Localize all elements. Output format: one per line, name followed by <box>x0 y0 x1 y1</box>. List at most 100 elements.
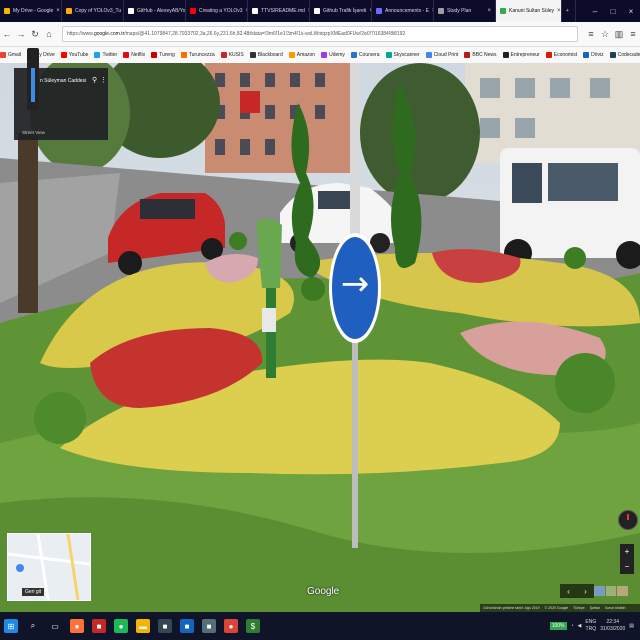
bookmark-item[interactable]: Skyscanner <box>385 52 420 58</box>
bookmark-item[interactable]: Cloud Print <box>425 52 458 58</box>
close-window-button[interactable]: × <box>622 7 640 16</box>
zoom-in-button[interactable]: + <box>625 547 630 556</box>
bookmark-label: Codecademy <box>617 52 640 58</box>
reader-icon[interactable]: ≡ <box>584 27 598 41</box>
compass-icon[interactable] <box>618 510 638 530</box>
bookmark-item[interactable]: Codecademy <box>609 52 640 58</box>
tab-close-icon[interactable]: × <box>53 8 60 14</box>
tab-close-icon[interactable]: × <box>484 8 491 14</box>
thumbnail[interactable] <box>605 586 617 596</box>
tab-close-icon[interactable]: × <box>554 8 561 14</box>
bookmark-item[interactable]: Blackboard <box>249 52 283 58</box>
street-view-link[interactable]: Street View <box>22 130 45 135</box>
map-footer: Görüntünün çekilme tarihi: Ağu 2019 © 202… <box>480 604 640 612</box>
location-pin-icon[interactable]: ⚲ <box>92 76 97 84</box>
spotify-icon[interactable]: ● <box>114 619 128 633</box>
bookmark-item[interactable]: Udemy <box>321 52 345 58</box>
bookmark-icon <box>94 52 101 58</box>
bookmark-item[interactable]: Netflix <box>123 52 145 58</box>
search-icon[interactable]: ⌕ <box>26 619 40 633</box>
forward-icon[interactable]: → <box>14 27 28 41</box>
star-icon[interactable]: ☆ <box>598 27 612 41</box>
back-icon[interactable]: ← <box>0 27 14 41</box>
bookmark-item[interactable]: Tureng <box>151 52 175 58</box>
language-code: ENG <box>585 619 597 625</box>
zoom-out-button[interactable]: − <box>625 562 630 571</box>
windows-icon[interactable]: ⊞ <box>4 619 18 633</box>
clock[interactable]: 22:34 31/03/2020 <box>600 619 625 633</box>
reload-icon[interactable]: ↻ <box>28 27 42 41</box>
bookmark-item[interactable]: Gmail <box>0 52 21 58</box>
bookmark-item[interactable]: Economist <box>545 52 577 58</box>
bookmark-item[interactable]: Turuncezza <box>180 52 215 58</box>
bookmark-label: Udemy <box>329 52 345 58</box>
app-photo-icon[interactable]: ■ <box>202 619 216 633</box>
back-button[interactable]: Geri git <box>22 588 45 596</box>
bookmark-item[interactable]: Döviz <box>583 52 604 58</box>
address-bar[interactable]: https://www. google.com.tr/maps/@41.10798… <box>62 26 578 42</box>
bookmark-label: BBC News <box>472 52 497 58</box>
chrome-icon[interactable]: ● <box>224 619 238 633</box>
bookmark-item[interactable]: Entrepreneur <box>502 52 540 58</box>
next-image-button[interactable]: › <box>584 587 587 596</box>
bookmark-label: Tureng <box>159 52 175 58</box>
language-indicator[interactable]: ENG TRQ <box>585 619 596 633</box>
footer-link[interactable]: Sorun bildirin <box>605 606 625 610</box>
wifi-icon[interactable]: ◔ <box>571 623 574 629</box>
footer-link[interactable]: Şartlar <box>590 606 600 610</box>
menu-icon[interactable]: ≡ <box>626 27 640 41</box>
bookmark-label: Twitter <box>102 52 118 58</box>
taskview-icon[interactable]: ▭ <box>48 619 62 633</box>
app-green-icon[interactable]: $ <box>246 619 260 633</box>
tab-title: My Drive - Google <box>13 8 54 14</box>
browser-tab[interactable]: Kanuni Sultan Süley × <box>496 0 562 22</box>
street-scene: → <box>0 63 640 612</box>
app-blue-icon[interactable]: ■ <box>180 619 194 633</box>
notification-icon[interactable]: ▤ <box>629 623 634 629</box>
new-tab-button[interactable]: + <box>562 0 576 22</box>
browser-tab[interactable]: Github Trafik İşareti× <box>310 0 372 22</box>
minimap[interactable]: Geri git <box>7 533 91 601</box>
bookmark-icon <box>220 52 227 58</box>
street-view-panorama[interactable]: → <box>0 63 640 612</box>
browser-tab[interactable]: Announcements - E× <box>372 0 434 22</box>
url-path: /maps/@41.1079847,28.7933702,3a,26.6y,23… <box>124 31 406 37</box>
system-tray: 100% ◔ ◀ ENG TRQ 22:34 31/03/2020 ▤ <box>549 619 640 633</box>
browser-tab[interactable]: My Drive - Google × <box>0 0 62 22</box>
app-red-icon[interactable]: ■ <box>92 619 106 633</box>
zoom-slider[interactable] <box>27 48 39 110</box>
bookmark-icon <box>385 52 392 58</box>
browser-tab[interactable]: Study Plan × <box>434 0 496 22</box>
bookmark-item[interactable]: KUSIS <box>220 52 244 58</box>
bookmark-item[interactable]: Twitter <box>94 52 117 58</box>
tree-trunk <box>18 133 38 313</box>
browser-tab[interactable]: GitHub - AlexeyAB/Yolo× <box>124 0 186 22</box>
app-dark-icon[interactable]: ■ <box>158 619 172 633</box>
bookmark-item[interactable]: BBC News <box>464 52 497 58</box>
previous-image-button[interactable]: ‹ <box>567 587 570 596</box>
sign-pole <box>352 333 358 548</box>
bookmark-label: Gmail <box>8 52 22 58</box>
firefox-icon[interactable]: ● <box>70 619 84 633</box>
footer-link[interactable]: Türkiye <box>573 606 584 610</box>
browser-tab[interactable]: TTVS/README.md× <box>248 0 310 22</box>
browser-tab[interactable]: Copy of YOLOv3_Tu× <box>62 0 124 22</box>
bookmark-item[interactable]: Coursera <box>350 52 380 58</box>
thumbnail[interactable] <box>594 586 605 596</box>
library-icon[interactable]: ▥ <box>612 27 626 41</box>
more-options-icon[interactable]: ⋮ <box>100 76 107 84</box>
browser-tab[interactable]: Creating a YOLOv3× <box>186 0 248 22</box>
bookmark-item[interactable]: YouTube <box>60 52 88 58</box>
thumbnail[interactable] <box>617 586 629 596</box>
maximize-button[interactable]: □ <box>604 7 622 16</box>
explorer-icon[interactable]: ▬ <box>136 619 150 633</box>
volume-icon[interactable]: ◀ <box>578 623 582 629</box>
round-shrub <box>555 353 615 413</box>
photo-thumbnails[interactable] <box>594 586 629 596</box>
minimize-button[interactable]: – <box>586 7 604 16</box>
home-icon[interactable]: ⌂ <box>42 27 56 41</box>
battery-indicator[interactable]: 100% <box>549 622 567 630</box>
clock-date: 31/03/2020 <box>600 626 626 632</box>
bookmark-icon <box>321 52 328 58</box>
bookmark-item[interactable]: Amazon <box>288 52 315 58</box>
